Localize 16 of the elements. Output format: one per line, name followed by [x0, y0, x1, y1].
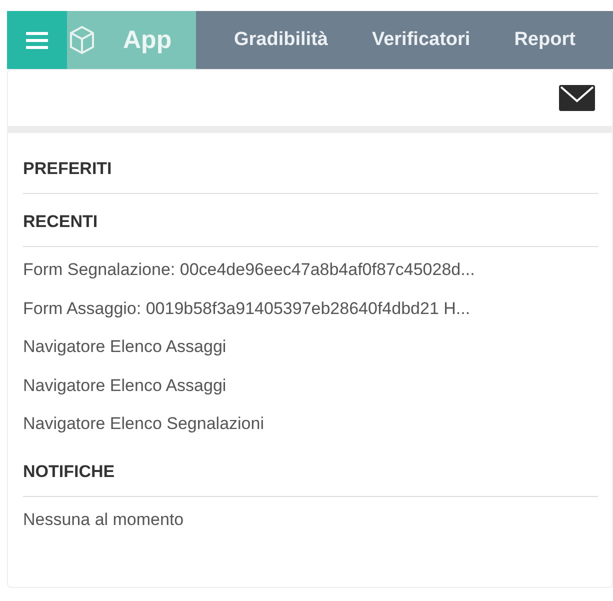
section-heading: NOTIFICHE — [23, 452, 598, 496]
list-item: Nessuna al momento — [23, 508, 185, 530]
list-item[interactable]: Navigatore Elenco Segnalazioni — [23, 405, 598, 444]
section-heading: RECENTI — [23, 202, 598, 247]
section-heading: PREFERITI — [23, 149, 598, 194]
nav-link[interactable]: Report — [514, 29, 576, 51]
list-item[interactable]: Form Segnalazione: 00ce4de96eec47a8b4af0f87c45028d... — [23, 251, 598, 290]
menu-icon — [26, 31, 48, 49]
nav-link[interactable]: Verificatori — [372, 29, 470, 51]
nav-link[interactable]: Gradibilità — [234, 29, 328, 51]
list-item[interactable]: Form Assaggio: 0019b58f3a91405397eb28640f4dbd21 H... — [23, 290, 598, 328]
list-item[interactable]: Navigatore Elenco Assaggi — [23, 366, 598, 405]
list-item[interactable]: Navigatore Elenco Assaggi — [23, 328, 598, 366]
app-title: App — [123, 26, 172, 54]
cube-icon — [69, 25, 95, 55]
envelope-icon[interactable] — [559, 85, 595, 111]
